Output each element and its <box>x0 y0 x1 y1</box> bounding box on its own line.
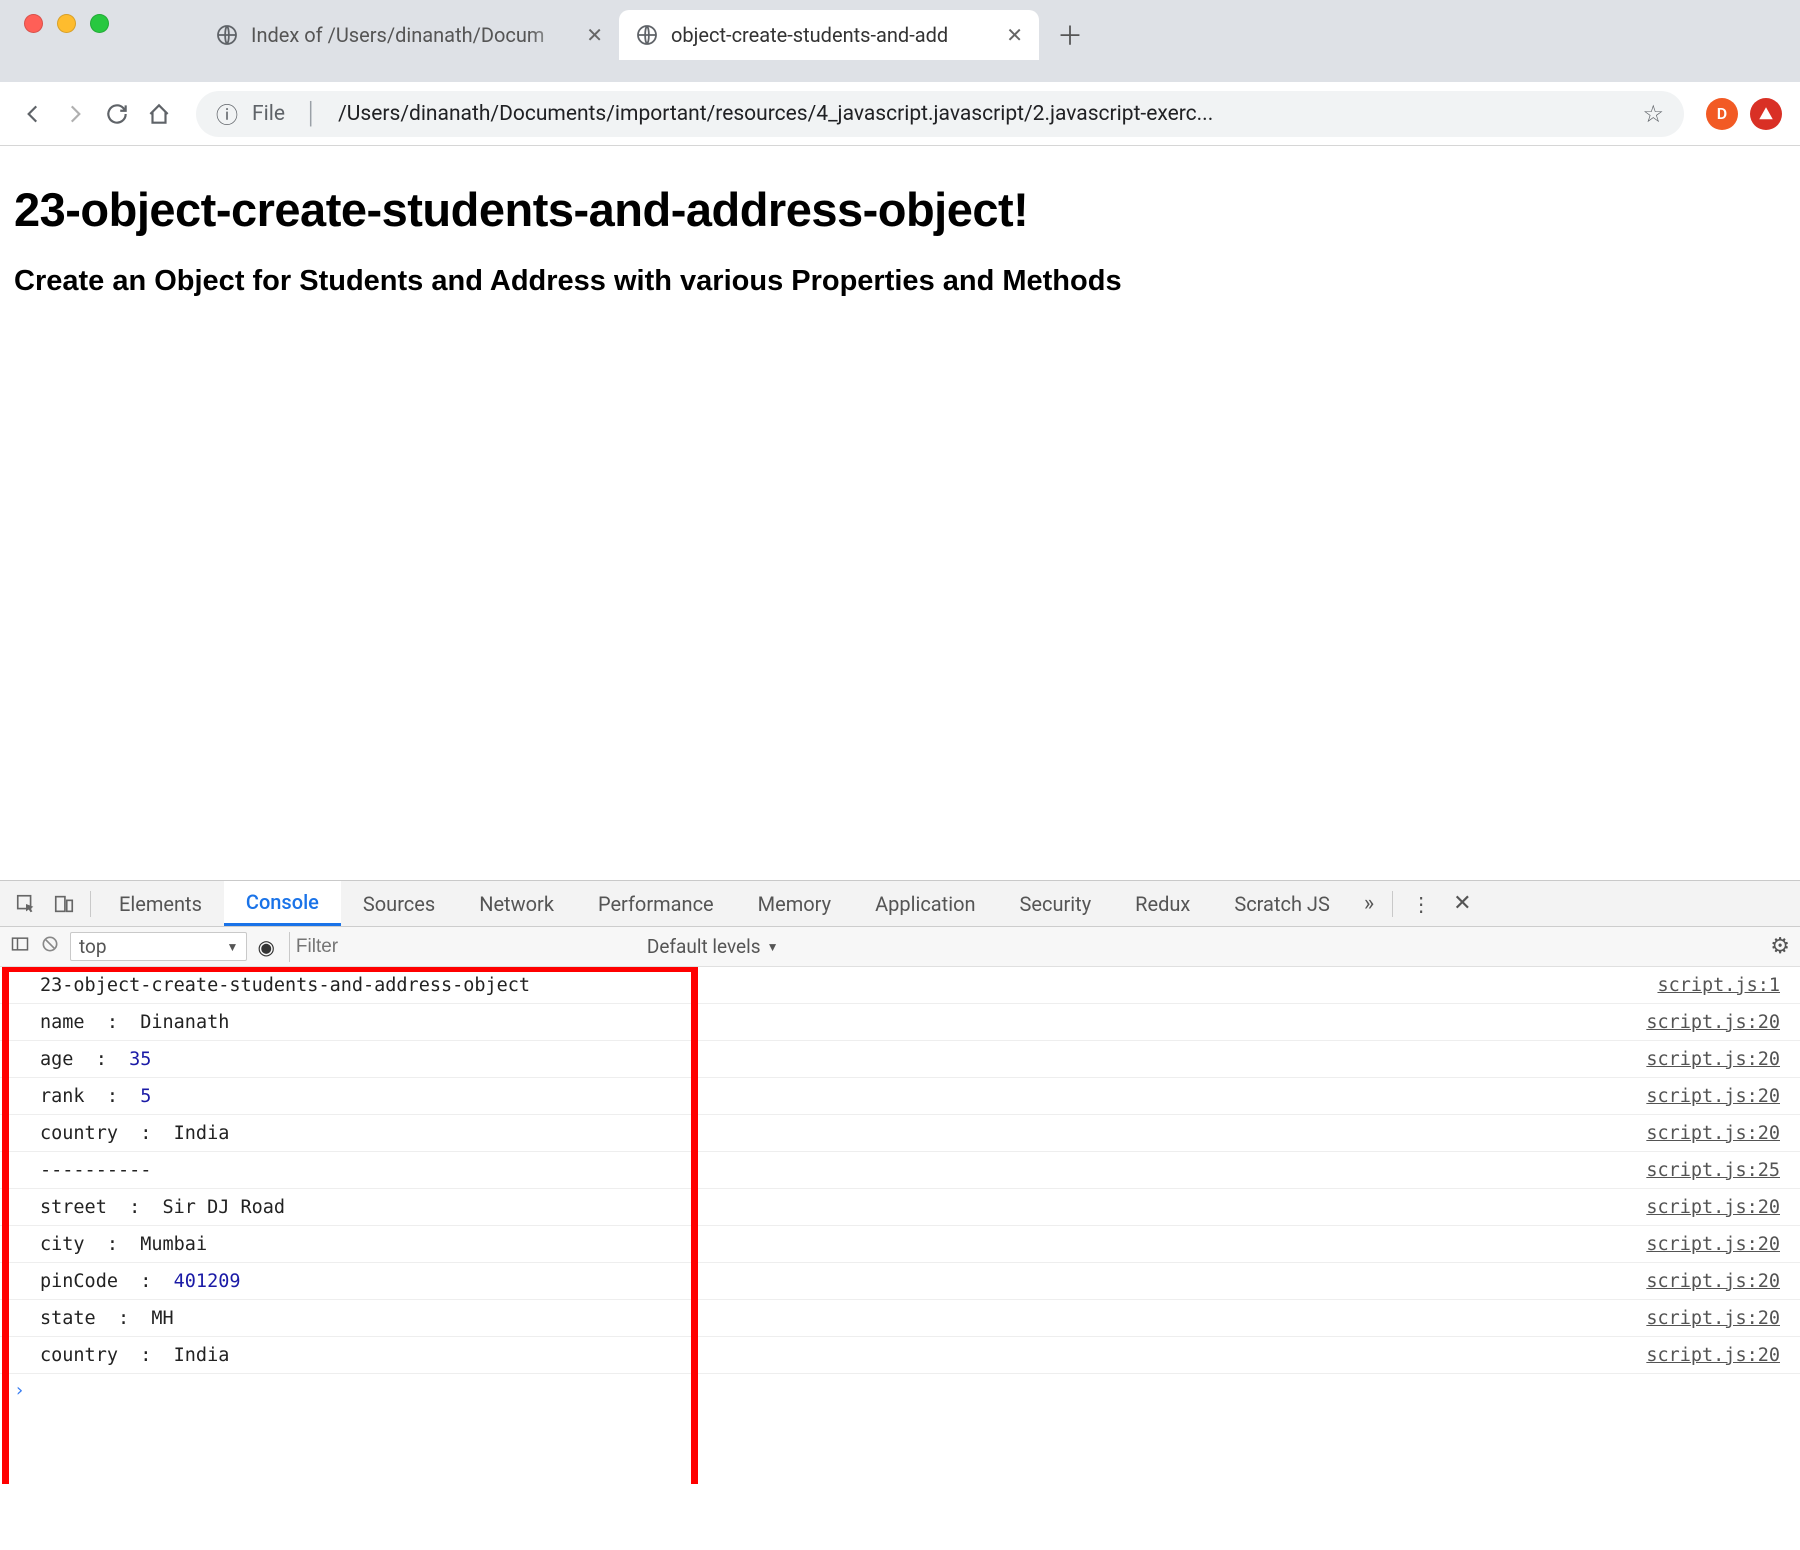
console-log-row: city : Mumbaiscript.js:20 <box>0 1226 1800 1263</box>
inspect-element-icon[interactable] <box>8 886 44 922</box>
devtools-tab-security[interactable]: Security <box>998 881 1114 926</box>
live-expression-icon[interactable]: ◉ <box>257 935 274 959</box>
browser-tab-active[interactable]: object-create-students-and-add ✕ <box>619 10 1039 60</box>
log-source-link[interactable]: script.js:20 <box>1646 1123 1780 1144</box>
log-source-link[interactable]: script.js:20 <box>1646 1345 1780 1366</box>
devtools-tab-performance[interactable]: Performance <box>576 881 736 926</box>
console-log-row: age : 35script.js:20 <box>0 1041 1800 1078</box>
globe-icon <box>635 23 659 47</box>
browser-tab-inactive[interactable]: Index of /Users/dinanath/Docum ✕ <box>199 10 619 60</box>
log-message: country : India <box>40 1345 1646 1366</box>
devtools-tabstrip: ElementsConsoleSourcesNetworkPerformance… <box>0 881 1800 927</box>
console-log-row: 23-object-create-students-and-address-ob… <box>0 967 1800 1004</box>
console-prompt[interactable]: › <box>0 1374 1800 1407</box>
close-tab-icon[interactable]: ✕ <box>586 23 603 47</box>
devtools-menu-icon[interactable]: ⋮ <box>1399 892 1443 916</box>
devtools-tab-memory[interactable]: Memory <box>736 881 853 926</box>
context-value: top <box>79 935 107 958</box>
new-tab-button[interactable]: ＋ <box>1053 17 1087 51</box>
console-settings-icon[interactable]: ⚙ <box>1770 934 1790 959</box>
info-icon[interactable]: ⓘ <box>216 98 238 130</box>
log-source-link[interactable]: script.js:20 <box>1646 1197 1780 1218</box>
devtools-tab-application[interactable]: Application <box>853 881 997 926</box>
tab-title: Index of /Users/dinanath/Docum <box>251 23 578 47</box>
toggle-sidebar-icon[interactable] <box>10 934 30 959</box>
close-tab-icon[interactable]: ✕ <box>1006 23 1023 47</box>
maximize-window-button[interactable] <box>90 14 109 33</box>
page-body: 23-object-create-students-and-address-ob… <box>0 146 1800 344</box>
forward-button[interactable] <box>60 99 90 129</box>
console-log-row: rank : 5script.js:20 <box>0 1078 1800 1115</box>
globe-icon <box>215 23 239 47</box>
console-log-row: state : MHscript.js:20 <box>0 1300 1800 1337</box>
console-log-row: name : Dinanathscript.js:20 <box>0 1004 1800 1041</box>
log-message: country : India <box>40 1123 1646 1144</box>
log-message: name : Dinanath <box>40 1012 1646 1033</box>
log-message: age : 35 <box>40 1049 1646 1070</box>
devtools-tab-scratch-js[interactable]: Scratch JS <box>1212 881 1352 926</box>
log-source-link[interactable]: script.js:20 <box>1646 1012 1780 1033</box>
back-button[interactable] <box>18 99 48 129</box>
log-message: street : Sir DJ Road <box>40 1197 1646 1218</box>
reload-button[interactable] <box>102 99 132 129</box>
window-controls <box>24 14 109 33</box>
console-toolbar: top ▼ ◉ Default levels ▼ ⚙ <box>0 927 1800 967</box>
log-source-link[interactable]: script.js:20 <box>1646 1308 1780 1329</box>
log-source-link[interactable]: script.js:1 <box>1657 975 1780 996</box>
log-levels-dropdown[interactable]: Default levels ▼ <box>647 935 779 958</box>
context-dropdown[interactable]: top ▼ <box>70 932 247 961</box>
url-scheme: File <box>252 102 285 126</box>
console-log-row: ----------script.js:25 <box>0 1152 1800 1189</box>
overflow-tabs-icon[interactable]: » <box>1352 891 1386 916</box>
console-log-row: country : Indiascript.js:20 <box>0 1115 1800 1152</box>
devtools-panel: ElementsConsoleSourcesNetworkPerformance… <box>0 880 1800 1484</box>
tab-strip: Index of /Users/dinanath/Docum ✕ object-… <box>0 0 1800 60</box>
bookmark-star-icon[interactable]: ☆ <box>1642 100 1664 128</box>
sync-error-icon[interactable] <box>1750 98 1782 130</box>
log-message: city : Mumbai <box>40 1234 1646 1255</box>
chevron-down-icon: ▼ <box>767 940 779 954</box>
close-window-button[interactable] <box>24 14 43 33</box>
clear-console-icon[interactable] <box>40 934 60 959</box>
log-message: state : MH <box>40 1308 1646 1329</box>
console-filter-input[interactable] <box>289 932 619 962</box>
log-source-link[interactable]: script.js:20 <box>1646 1049 1780 1070</box>
console-log-row: country : Indiascript.js:20 <box>0 1337 1800 1374</box>
browser-chrome: Index of /Users/dinanath/Docum ✕ object-… <box>0 0 1800 82</box>
log-source-link[interactable]: script.js:25 <box>1646 1160 1780 1181</box>
device-toolbar-icon[interactable] <box>46 886 82 922</box>
profile-avatar[interactable]: D <box>1706 98 1738 130</box>
devtools-close-icon[interactable]: ✕ <box>1443 891 1481 916</box>
home-button[interactable] <box>144 99 174 129</box>
console-log-row: street : Sir DJ Roadscript.js:20 <box>0 1189 1800 1226</box>
minimize-window-button[interactable] <box>57 14 76 33</box>
log-message: ---------- <box>40 1160 1646 1181</box>
log-message: pinCode : 401209 <box>40 1271 1646 1292</box>
page-h2: Create an Object for Students and Addres… <box>14 265 1786 298</box>
devtools-tab-elements[interactable]: Elements <box>97 881 224 926</box>
url-path: /Users/dinanath/Documents/important/reso… <box>338 102 1628 126</box>
console-output: 23-object-create-students-and-address-ob… <box>0 967 1800 1484</box>
page-h1: 23-object-create-students-and-address-ob… <box>14 182 1786 237</box>
devtools-tab-redux[interactable]: Redux <box>1113 881 1212 926</box>
browser-toolbar: ⓘ File │ /Users/dinanath/Documents/impor… <box>0 82 1800 146</box>
devtools-tab-network[interactable]: Network <box>457 881 576 926</box>
chevron-down-icon: ▼ <box>227 940 239 954</box>
address-bar[interactable]: ⓘ File │ /Users/dinanath/Documents/impor… <box>196 91 1684 137</box>
tab-title: object-create-students-and-add <box>671 23 998 47</box>
console-log-row: pinCode : 401209script.js:20 <box>0 1263 1800 1300</box>
log-source-link[interactable]: script.js:20 <box>1646 1271 1780 1292</box>
log-message: rank : 5 <box>40 1086 1646 1107</box>
log-message: 23-object-create-students-and-address-ob… <box>40 975 1657 996</box>
devtools-tab-sources[interactable]: Sources <box>341 881 457 926</box>
log-source-link[interactable]: script.js:20 <box>1646 1086 1780 1107</box>
log-source-link[interactable]: script.js:20 <box>1646 1234 1780 1255</box>
devtools-tab-console[interactable]: Console <box>224 881 341 926</box>
